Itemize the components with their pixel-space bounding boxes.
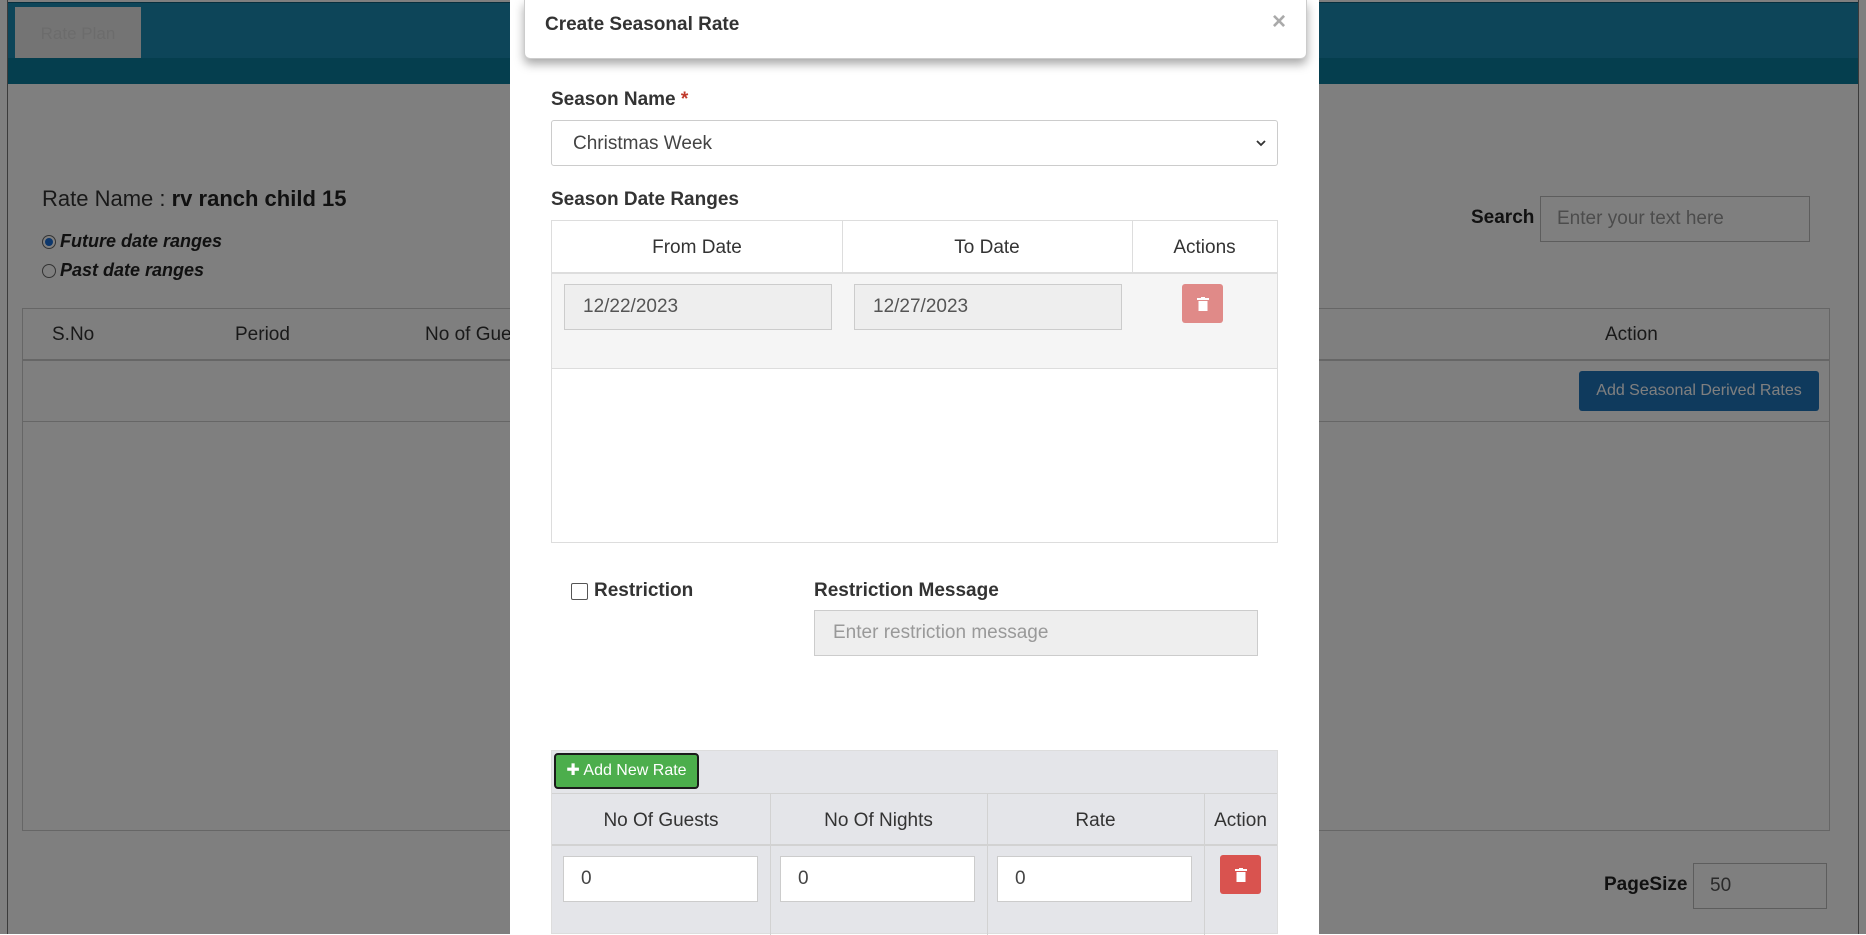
table-row: 0 0 0 [552,845,1277,935]
modal-header: Create Seasonal Rate × [524,0,1307,59]
close-icon[interactable]: × [1272,8,1286,36]
season-name-select[interactable]: Christmas Week [551,120,1278,166]
col-to-date: To Date [954,237,1020,258]
date-ranges-header: From Date To Date Actions [552,221,1277,274]
season-name-value: Christmas Week [573,133,713,154]
create-seasonal-rate-modal: Create Seasonal Rate × Season Name * Chr… [510,0,1319,935]
season-date-ranges-label: Season Date Ranges [551,189,739,210]
from-date-input[interactable]: 12/22/2023 [564,284,832,330]
to-date-input[interactable]: 12/27/2023 [854,284,1122,330]
col-action: Action [1214,810,1267,831]
restriction-message-label: Restriction Message [814,580,999,601]
rate-input[interactable]: 0 [997,856,1192,902]
restriction-message-input[interactable]: Enter restriction message [814,610,1258,656]
trash-icon [1196,296,1209,311]
modal-title: Create Seasonal Rate [545,14,740,35]
table-row: 12/22/2023 12/27/2023 [552,274,1277,369]
season-name-label-text: Season Name [551,89,676,110]
col-from-date: From Date [652,237,742,258]
restriction-label: Restriction [594,580,694,601]
add-new-rate-button[interactable]: ✚ Add New Rate [554,753,699,789]
add-new-rate-label: Add New Rate [583,762,687,779]
col-rate: Rate [1075,810,1116,831]
rates-grid-header: No Of Guests No Of Nights Rate Action [552,793,1277,846]
required-mark: * [680,89,689,110]
chevron-down-icon [1256,140,1266,147]
delete-date-range-button[interactable] [1182,284,1223,323]
plus-icon: ✚ [566,762,580,779]
col-actions: Actions [1173,237,1236,258]
trash-icon [1234,867,1247,882]
season-name-label: Season Name * [551,89,688,111]
date-ranges-table: From Date To Date Actions 12/22/2023 12/… [551,220,1278,543]
col-no-of-guests: No Of Guests [603,810,719,831]
col-no-of-nights: No Of Nights [824,810,933,831]
restriction-checkbox[interactable] [571,583,588,600]
rates-grid: ✚ Add New Rate No Of Guests No Of Nights… [551,750,1278,935]
guests-input[interactable]: 0 [563,856,758,902]
delete-rate-button[interactable] [1220,855,1261,894]
nights-input[interactable]: 0 [780,856,975,902]
